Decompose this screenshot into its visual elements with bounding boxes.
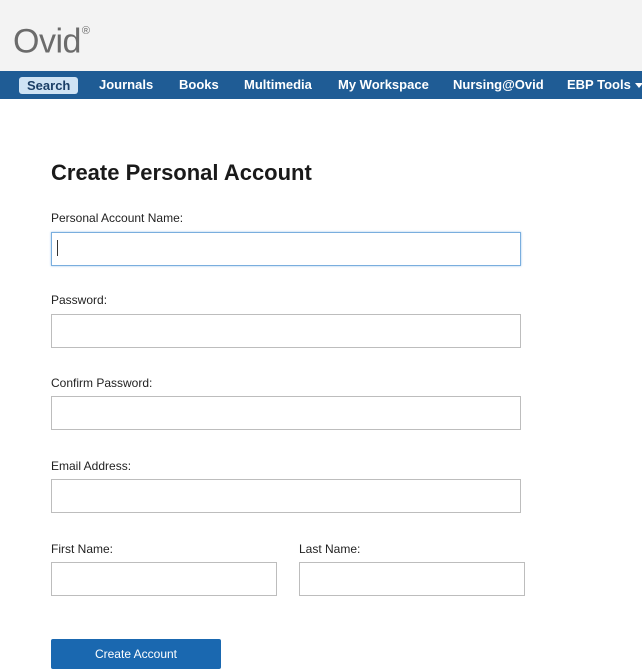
nav-ebp-tools-label: EBP Tools: [567, 77, 631, 92]
text-cursor: [57, 240, 58, 256]
last-name-label: Last Name:: [299, 542, 361, 556]
nav-books[interactable]: Books: [179, 71, 219, 99]
nav-ebp-tools[interactable]: EBP Tools: [567, 71, 642, 99]
first-name-input[interactable]: [51, 562, 277, 596]
email-input[interactable]: [51, 479, 521, 513]
nav-search[interactable]: Search: [19, 77, 79, 94]
password-label: Password:: [51, 293, 108, 307]
password-input[interactable]: [51, 314, 521, 348]
nav-nursing-ovid[interactable]: Nursing@Ovid: [453, 71, 544, 99]
registered-mark: ®: [81, 25, 90, 37]
confirm-password-input[interactable]: [51, 396, 521, 430]
account-name-label: Personal Account Name:: [51, 211, 184, 225]
last-name-input[interactable]: [299, 562, 525, 596]
logo-text: Ovid: [13, 22, 81, 61]
chevron-down-icon: [634, 83, 642, 89]
first-name-label: First Name:: [51, 542, 114, 556]
app-header: Ovid®: [0, 0, 642, 71]
ovid-logo[interactable]: Ovid®: [13, 17, 90, 61]
account-name-input[interactable]: [51, 232, 521, 266]
email-label: Email Address:: [51, 459, 132, 473]
page-title: Create Personal Account: [51, 160, 312, 185]
nav-journals[interactable]: Journals: [99, 71, 153, 99]
confirm-password-label: Confirm Password:: [51, 376, 153, 390]
nav-multimedia[interactable]: Multimedia: [244, 71, 312, 99]
main-nav: Search Journals Books Multimedia My Work…: [0, 71, 642, 99]
nav-my-workspace[interactable]: My Workspace: [338, 71, 429, 99]
